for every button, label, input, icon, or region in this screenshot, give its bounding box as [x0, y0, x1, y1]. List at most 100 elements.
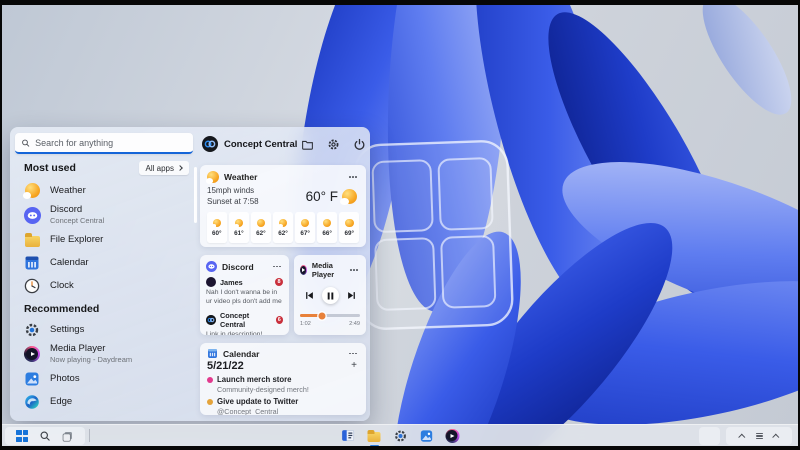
widgets-panel-header: Concept Central — [202, 132, 366, 156]
start-menu-left-column: Most used All apps Weather Discord Conce… — [10, 127, 197, 421]
taskbar — [2, 424, 798, 446]
taskbar-photos-button[interactable] — [418, 427, 435, 444]
hour-temp: 66° — [322, 229, 332, 237]
app-item-discord[interactable]: Discord Concept Central — [10, 202, 197, 228]
app-item-calendar[interactable]: Calendar — [10, 251, 197, 274]
app-item-settings[interactable]: Settings — [10, 318, 197, 341]
playback-progress-slider[interactable] — [300, 312, 360, 319]
add-event-button[interactable]: + — [349, 361, 359, 371]
chevron-up-icon[interactable] — [737, 433, 745, 441]
more-options-icon[interactable] — [348, 267, 360, 273]
app-item-media-player[interactable]: Media Player Now playing - Daydream — [10, 341, 197, 367]
calendar-widget-title: Calendar — [223, 348, 260, 359]
media-player-widget-title: Media Player — [311, 261, 335, 279]
widgets-header-title: Concept Central — [224, 138, 298, 150]
app-item-weather[interactable]: Weather — [10, 179, 197, 202]
message-sender: Concept Central — [220, 311, 250, 329]
media-player-icon — [300, 265, 307, 275]
photos-icon — [420, 429, 432, 442]
task-view-button[interactable] — [59, 428, 76, 445]
message-sender: James — [220, 277, 243, 287]
app-label: Weather — [50, 184, 86, 196]
sun-icon — [300, 218, 310, 227]
app-item-file-explorer[interactable]: File Explorer — [10, 228, 197, 251]
weather-sun-icon — [22, 182, 41, 200]
chevron-up-icon[interactable] — [771, 433, 779, 441]
system-tray-spacer[interactable] — [699, 427, 720, 445]
app-label: Calendar — [50, 256, 89, 268]
app-label: Clock — [50, 279, 74, 291]
message-text: Nah I don't wanna be in ur video pls don… — [206, 289, 282, 305]
taskbar-widgets-button[interactable] — [340, 427, 357, 444]
app-item-photos[interactable]: Photos — [10, 367, 197, 390]
unread-badge: 6 — [275, 316, 283, 324]
discord-widget[interactable]: Discord James 8 Nah I don't wanna be in … — [200, 255, 289, 335]
more-options-icon[interactable] — [271, 264, 283, 270]
concept-central-logo — [202, 136, 218, 152]
hour-temp: 61° — [234, 229, 244, 237]
event-subtitle: Community-designed merch! — [217, 385, 309, 394]
weather-widget-title: Weather — [224, 172, 258, 182]
sun-icon — [211, 218, 222, 228]
settings-gear-icon[interactable] — [327, 138, 340, 151]
sun-icon — [233, 218, 244, 228]
settings-gear-icon — [394, 430, 406, 441]
most-used-title: Most used — [24, 162, 76, 174]
hour-temp: 67° — [300, 229, 310, 237]
hour-temp: 62° — [256, 229, 266, 237]
clock-icon — [23, 277, 41, 295]
event-color-dot — [207, 398, 213, 405]
sun-icon — [277, 218, 288, 228]
app-sublabel: Concept Central — [50, 216, 105, 225]
taskbar-center-cluster — [340, 425, 461, 446]
taskbar-settings-button[interactable] — [392, 427, 409, 444]
media-player-icon — [23, 345, 41, 363]
sun-icon — [345, 218, 354, 227]
app-item-clock[interactable]: Clock — [10, 274, 197, 297]
file-explorer-icon — [367, 429, 381, 442]
more-options-icon[interactable] — [347, 351, 359, 357]
hour-temp: 60° — [212, 229, 222, 237]
taskbar-search-button[interactable] — [36, 428, 53, 445]
desktop: Most used All apps Weather — [2, 5, 798, 446]
previous-track-button[interactable] — [305, 291, 314, 300]
event-color-dot — [207, 376, 213, 383]
media-player-widget[interactable]: Media Player 1:02 2:49 — [294, 255, 366, 335]
all-apps-button[interactable]: All apps — [138, 161, 189, 175]
glass-windows-logo — [355, 140, 514, 330]
calendar-widget[interactable]: Calendar 5/21/22 + Launch merch store Co… — [200, 343, 366, 415]
app-label: Photos — [50, 372, 80, 384]
gear-icon — [23, 321, 41, 339]
pause-button[interactable] — [321, 287, 339, 304]
sun-icon — [322, 218, 332, 227]
event-title: Give update to Twitter — [217, 397, 299, 406]
event-title: Launch merch store — [217, 375, 292, 384]
app-item-edge[interactable]: Edge — [10, 390, 197, 413]
calendar-event[interactable]: Give update to Twitter — [207, 397, 359, 406]
system-tray-icon[interactable] — [755, 432, 763, 440]
calendar-event[interactable]: Launch merch store — [207, 375, 359, 384]
power-icon[interactable] — [353, 138, 366, 151]
weather-temperature: 60° F — [305, 188, 338, 204]
scrollbar-thumb[interactable] — [194, 167, 197, 223]
calendar-icon — [208, 349, 217, 358]
start-button[interactable] — [14, 428, 31, 445]
folder-icon — [23, 231, 41, 249]
hour-cell: 60° — [207, 212, 227, 243]
next-track-button[interactable] — [347, 291, 356, 300]
folder-outline-icon[interactable] — [301, 138, 314, 151]
calendar-date: 5/21/22 — [207, 360, 244, 372]
more-options-icon[interactable] — [347, 174, 359, 180]
chevron-right-icon — [177, 165, 183, 171]
discord-icon — [206, 261, 217, 272]
sun-icon — [256, 218, 266, 227]
taskbar-media-player-button[interactable] — [444, 427, 461, 444]
hour-cell: 67° — [295, 212, 315, 243]
app-label: Media Player — [50, 343, 106, 354]
weather-widget[interactable]: Weather 15mph winds Sunset at 7:58 60° F… — [200, 165, 366, 247]
taskbar-file-explorer-button[interactable] — [366, 427, 383, 444]
app-sublabel: Now playing - Daydream — [50, 355, 133, 364]
progress-handle[interactable] — [318, 312, 326, 319]
discord-icon — [23, 206, 41, 224]
recommended-header: Recommended — [24, 303, 189, 315]
